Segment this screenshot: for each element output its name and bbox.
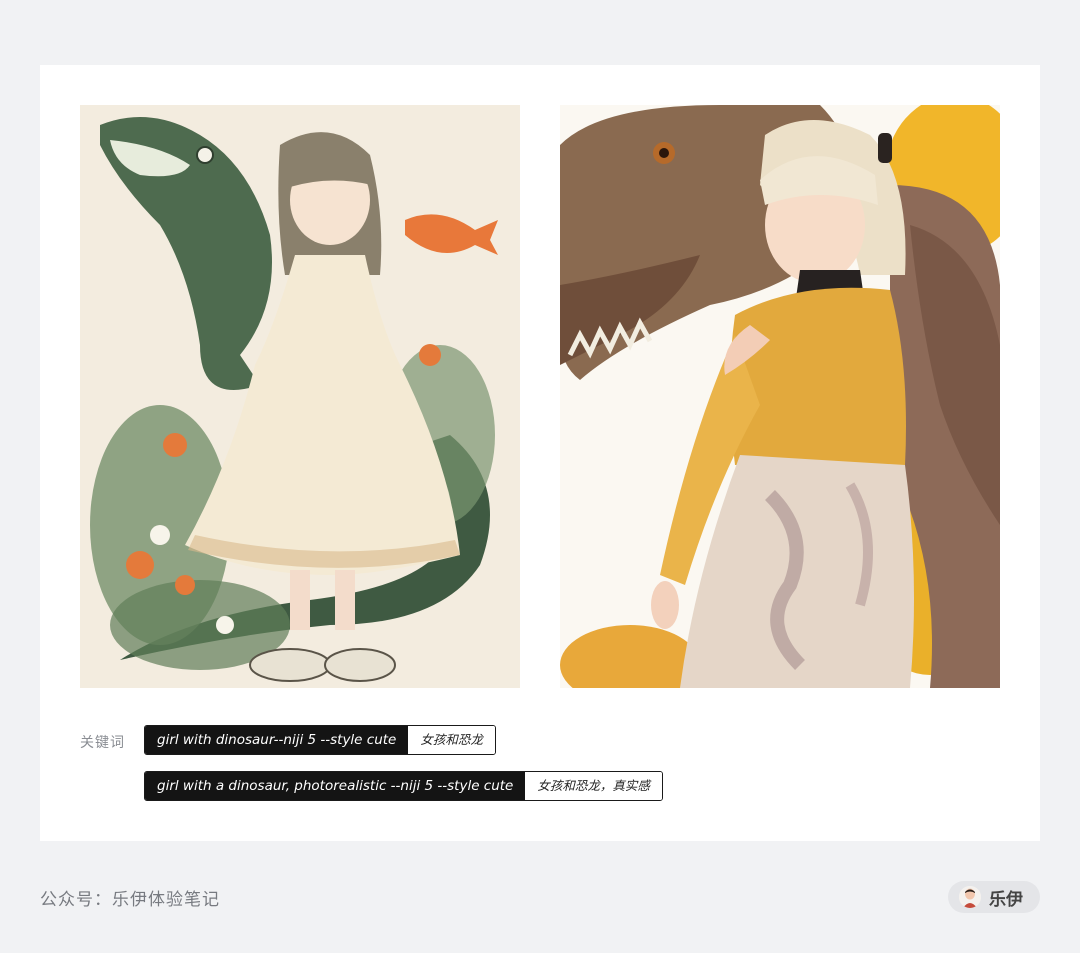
prompt-zh: 女孩和恐龙 [408, 726, 495, 754]
content-card: 关键词 girl with dinosaur--niji 5 --style c… [40, 65, 1040, 841]
author-name: 乐伊 [989, 889, 1023, 910]
keywords-label: 关键词 [80, 735, 125, 751]
illustration-watercolor-girl-dinosaur [80, 105, 520, 688]
account-name: 公众号：乐伊体验笔记 [40, 890, 220, 910]
prompt-en: girl with a dinosaur, photorealistic --n… [145, 772, 526, 800]
prompt-zh: 女孩和恐龙，真实感 [525, 772, 662, 800]
author-badge[interactable]: 乐伊 [948, 881, 1040, 913]
prompt-tag[interactable]: girl with dinosaur--niji 5 --style cute … [144, 725, 496, 755]
prompt-en: girl with dinosaur--niji 5 --style cute [145, 726, 409, 754]
prompt-tag[interactable]: girl with a dinosaur, photorealistic --n… [144, 771, 663, 801]
illustration-photorealistic-girl-dinosaur [560, 105, 1000, 688]
avatar [959, 886, 981, 908]
